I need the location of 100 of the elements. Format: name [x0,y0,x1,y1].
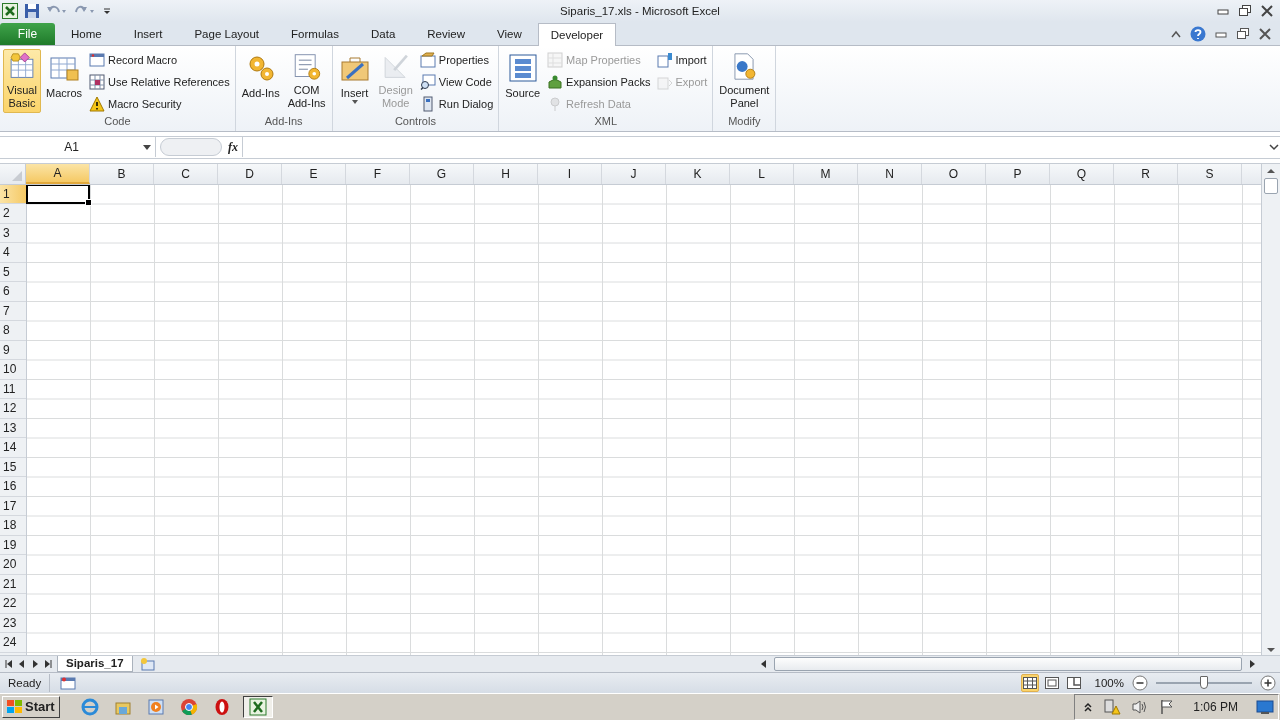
column-header[interactable]: L [730,163,794,184]
column-header[interactable]: M [794,163,858,184]
ribbon-button[interactable]: Run Dialog [417,93,496,116]
vertical-scrollbar[interactable] [1261,163,1280,655]
column-header[interactable]: F [346,163,410,184]
spreadsheet-icon[interactable] [242,696,273,718]
row-header[interactable]: 23 [0,613,26,634]
ribbon-tab[interactable]: Insert [117,23,179,46]
ribbon-tab[interactable]: Data [355,23,412,46]
start-button[interactable]: Start [2,696,60,718]
row-header[interactable]: 11 [0,379,26,400]
ribbon-button[interactable]: Visual Basic [3,49,41,114]
column-header[interactable]: G [410,163,474,184]
row-header[interactable]: 6 [0,282,26,302]
first-sheet-icon[interactable] [4,658,14,669]
restore-icon[interactable] [1238,5,1252,18]
sheet-tab[interactable]: Siparis_17 [57,655,133,672]
excel-icon[interactable] [2,3,18,20]
ribbon-button[interactable]: Source [502,49,544,114]
ribbon-button[interactable]: Import [654,49,710,72]
ribbon-tab[interactable]: Page Layout [178,23,276,46]
row-header[interactable]: 18 [0,516,26,536]
row-header[interactable]: 19 [0,535,26,556]
restore-icon[interactable] [1236,27,1250,40]
row-header[interactable]: 24 [0,633,26,653]
zoom-in-icon[interactable] [1260,674,1276,691]
ribbon-button[interactable]: Expansion Packs [545,71,653,94]
close-icon[interactable] [1258,27,1272,40]
ribbon-button[interactable]: Record Macro [87,49,232,72]
row-header[interactable]: 13 [0,418,26,439]
row-header[interactable]: 1 [0,184,26,205]
file-tab[interactable]: File [0,23,55,46]
column-header[interactable]: S [1178,163,1242,184]
ribbon-button[interactable]: Macros [43,49,86,114]
ribbon-button[interactable]: Use Relative References [87,71,232,94]
zoom-level[interactable]: 100% [1094,676,1124,689]
column-header[interactable]: B [90,163,154,184]
column-header[interactable]: R [1114,163,1178,184]
row-header[interactable]: 10 [0,360,26,380]
group-label: Add-Ins [263,115,304,130]
column-header[interactable]: K [666,163,730,184]
row-header[interactable]: 22 [0,594,26,614]
caret-up-icon[interactable] [1170,28,1182,39]
row-header[interactable]: 20 [0,555,26,575]
ribbon-button[interactable]: View Code [417,71,496,94]
row-header[interactable]: 7 [0,301,26,322]
row-header[interactable]: 4 [0,243,26,263]
row-header[interactable]: 16 [0,477,26,497]
column-header[interactable]: D [218,163,282,184]
close-icon[interactable] [1260,5,1274,18]
dropdown-icon [143,144,151,150]
scroll-thumb[interactable] [1264,177,1278,194]
ribbon-button[interactable]: Macro Security [87,93,232,116]
column-header[interactable]: H [474,163,538,184]
help-icon[interactable] [1190,25,1206,42]
ribbon-button[interactable]: Document Panel [716,49,773,114]
clock[interactable]: 1:06 PM [1193,700,1238,714]
previous-sheet-icon[interactable] [17,658,27,669]
ribbon-tab[interactable]: Formulas [275,23,355,46]
ribbon-tab[interactable]: Review [411,23,481,46]
row-header[interactable]: 17 [0,496,26,517]
row-header[interactable]: 8 [0,321,26,341]
ribbon-button[interactable]: Add-Ins [238,49,283,114]
column-header[interactable]: A [26,163,90,184]
column-header[interactable]: I [538,163,602,184]
row-header[interactable]: 14 [0,438,26,458]
column-header[interactable]: E [282,163,346,184]
save-icon[interactable] [24,3,40,20]
group-label: Modify [727,115,762,130]
ribbon-tab[interactable]: Home [55,23,118,46]
column-header[interactable]: J [602,163,666,184]
normal-view-button[interactable] [1020,673,1039,692]
next-sheet-icon[interactable] [30,658,40,669]
column-header[interactable]: O [922,163,986,184]
ribbon-button[interactable]: Properties [417,49,496,72]
last-sheet-icon[interactable] [43,658,53,669]
row-header[interactable]: 9 [0,340,26,361]
column-header[interactable]: Q [1050,163,1114,184]
row-header[interactable]: 21 [0,574,26,595]
network-warning-icon[interactable] [1103,699,1122,715]
table-icon [506,52,539,85]
zoom-slider-thumb[interactable] [1200,675,1208,689]
row-header[interactable]: 12 [0,399,26,419]
zoom-out-icon[interactable] [1132,674,1148,691]
row-header[interactable]: 5 [0,262,26,283]
show-hidden-icons-icon[interactable] [1083,701,1094,713]
row-header[interactable]: 2 [0,204,26,224]
record-macro-icon[interactable] [60,675,77,690]
show-desktop-icon[interactable] [1256,699,1274,715]
ribbon-tab[interactable]: View [481,23,538,46]
ribbon-button[interactable]: COM Add-Ins [284,49,329,114]
column-header[interactable]: P [986,163,1050,184]
row-header[interactable]: 15 [0,457,26,478]
column-header[interactable]: N [858,163,922,184]
name-box[interactable]: A1 [0,137,156,158]
ribbon-tab[interactable]: Developer [537,23,617,47]
insert-function-button[interactable]: fx [228,139,238,155]
column-header[interactable]: C [154,163,218,184]
ribbon-button[interactable]: Insert [335,49,374,114]
row-header[interactable]: 3 [0,223,26,244]
